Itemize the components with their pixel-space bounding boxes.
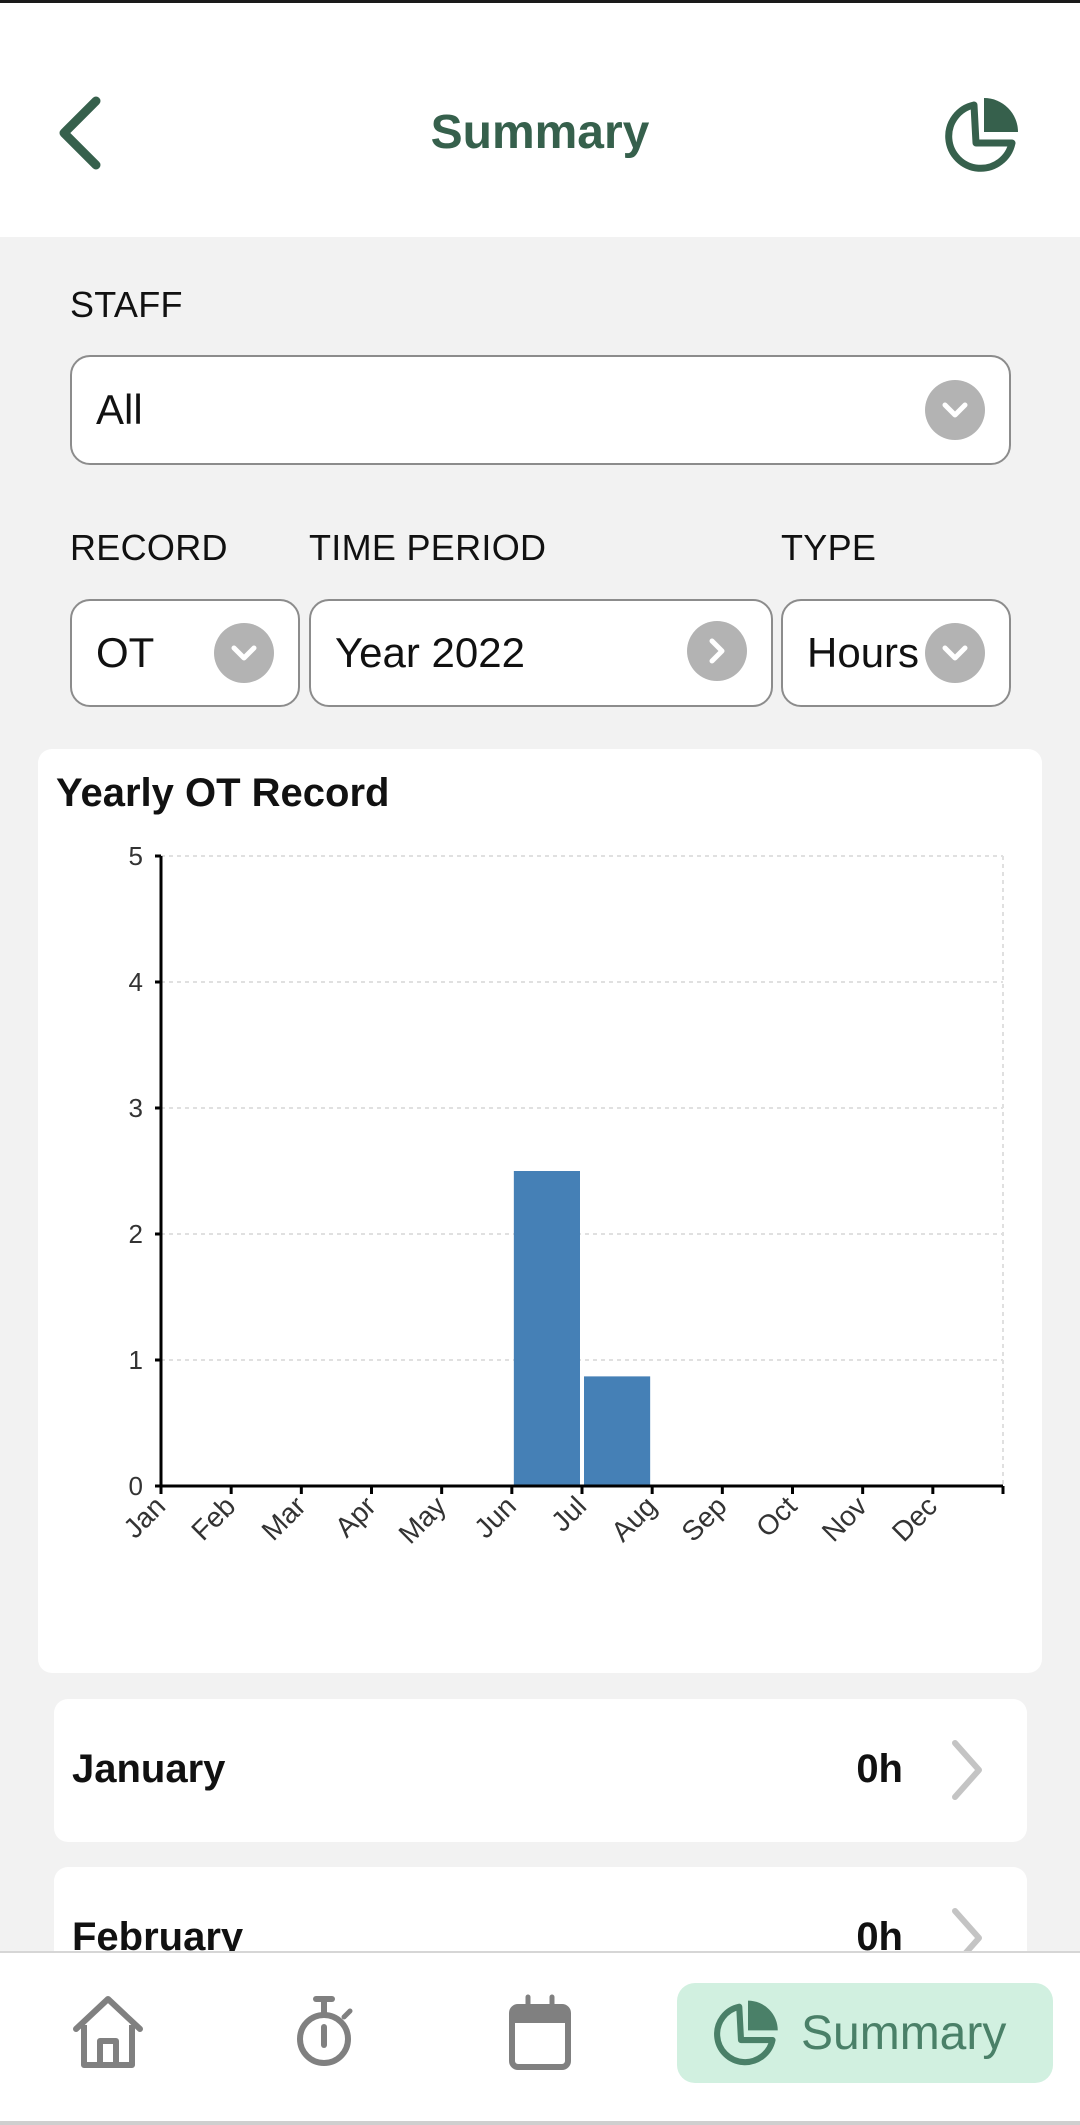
nav-calendar[interactable]: [500, 1983, 580, 2083]
nav-summary-label: Summary: [801, 2006, 1007, 2060]
month-name: January: [72, 1747, 226, 1791]
chevron-down-icon: [942, 645, 968, 661]
bar-jul: [584, 1376, 651, 1486]
y-tick-label: 5: [129, 841, 143, 871]
record-dropdown-button[interactable]: [214, 623, 274, 683]
calendar-icon: [509, 1994, 571, 2070]
x-tick-label: Jul: [545, 1490, 592, 1537]
record-select[interactable]: OT: [70, 599, 300, 707]
time-period-select[interactable]: Year 2022: [309, 599, 773, 707]
x-tick-label: Feb: [185, 1490, 241, 1546]
chart-title: Yearly OT Record: [56, 771, 390, 815]
nav-home[interactable]: [68, 1983, 148, 2083]
bottom-navigation: Summary: [0, 1951, 1080, 2125]
chevron-down-icon: [942, 402, 968, 418]
y-tick-label: 1: [129, 1345, 143, 1375]
type-label: TYPE: [781, 527, 877, 568]
time-period-label: TIME PERIOD: [309, 527, 547, 568]
chart-card: 0 1 2 3 4 5 Jan Feb Mar Apr May Jun Jul Aug Sep Oct Nov D…: [38, 749, 1042, 1673]
x-tick-label: Apr: [329, 1490, 382, 1543]
record-value: OT: [96, 629, 155, 676]
x-tick-label: Jan: [117, 1490, 171, 1544]
home-icon: [73, 1996, 143, 2068]
x-tick-label: May: [393, 1490, 452, 1549]
type-dropdown-button[interactable]: [925, 623, 985, 683]
chart-view-button[interactable]: [944, 95, 1024, 175]
y-tick-label: 2: [129, 1219, 143, 1249]
x-tick-label: Dec: [886, 1490, 943, 1547]
staff-dropdown-button[interactable]: [925, 380, 985, 440]
type-select[interactable]: Hours: [781, 599, 1011, 707]
list-item[interactable]: January 0h: [54, 1699, 1027, 1842]
nav-summary[interactable]: Summary: [677, 1983, 1053, 2083]
type-value: Hours: [807, 629, 920, 676]
bar-chart: 0 1 2 3 4 5 Jan Feb Mar Apr May Jun Jul Aug Sep Oct Nov D…: [117, 841, 1005, 1550]
record-label: RECORD: [70, 527, 228, 568]
x-tick-label: Jun: [468, 1490, 522, 1544]
x-tick-label: Mar: [256, 1490, 312, 1546]
staff-label: STAFF: [70, 284, 183, 325]
x-tick-label: Oct: [750, 1490, 803, 1543]
nav-timer[interactable]: [284, 1983, 364, 2083]
chevron-down-icon: [231, 645, 257, 661]
app-header: Summary: [0, 3, 1080, 237]
x-tick-label: Aug: [605, 1490, 662, 1547]
nav-bottom-border: [0, 2121, 1080, 2125]
staff-select[interactable]: All: [70, 355, 1011, 465]
pie-chart-icon: [714, 2000, 778, 2066]
y-tick-label: 3: [129, 1093, 143, 1123]
next-period-button[interactable]: [687, 621, 747, 681]
month-hours: 0h: [856, 1747, 903, 1791]
x-tick-label: Sep: [675, 1490, 732, 1547]
chevron-right-icon: [952, 1740, 982, 1800]
time-period-value: Year 2022: [335, 629, 525, 676]
x-tick-label: Nov: [816, 1490, 873, 1547]
y-tick-label: 0: [129, 1471, 143, 1501]
y-tick-label: 4: [129, 967, 143, 997]
stopwatch-icon: [297, 1996, 353, 2066]
chevron-right-icon: [709, 638, 725, 664]
page-title: Summary: [430, 106, 650, 159]
staff-value: All: [96, 386, 143, 433]
bar-jun: [513, 1171, 580, 1486]
pie-chart-icon: [945, 98, 1018, 172]
